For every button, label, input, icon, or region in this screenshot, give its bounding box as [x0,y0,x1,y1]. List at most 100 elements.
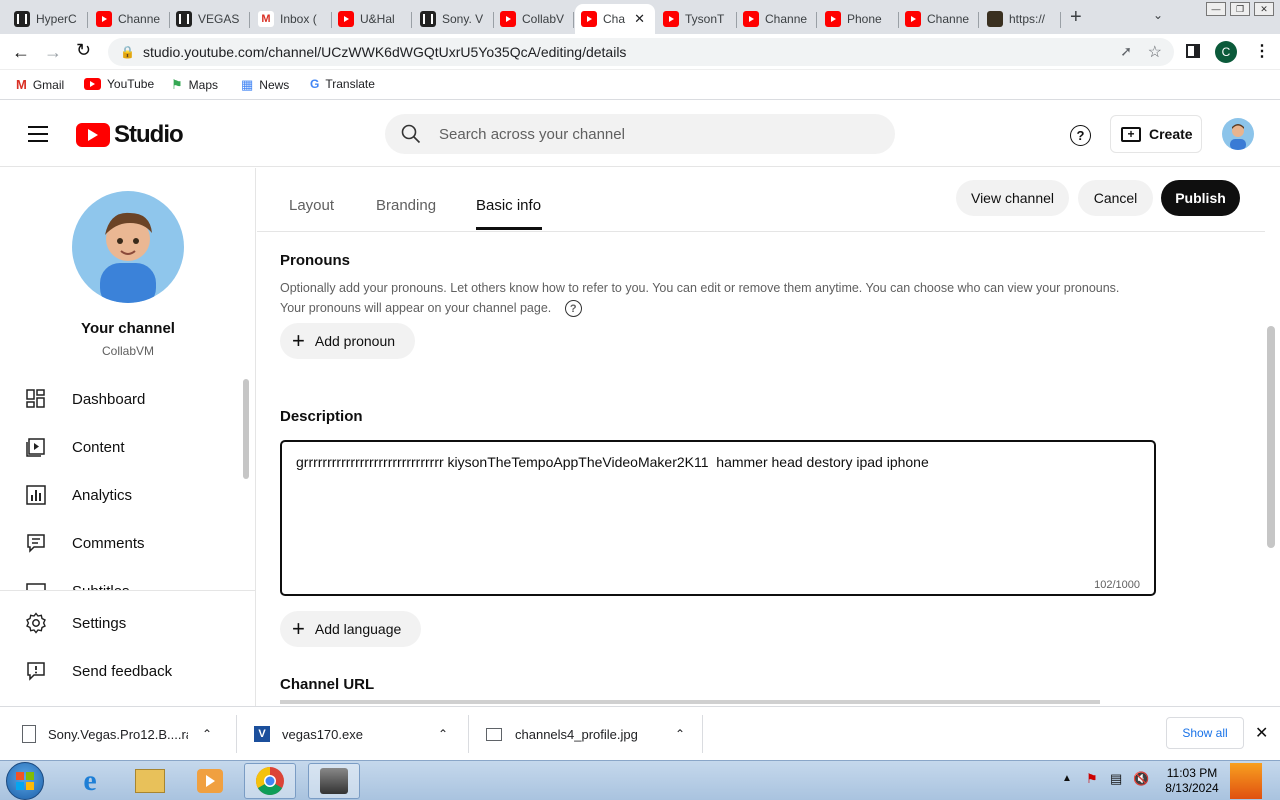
explorer-taskbar-button[interactable] [124,763,176,799]
browser-tab[interactable]: Phone [819,4,899,34]
browser-tab[interactable]: M Inbox ( [252,4,332,34]
hamburger-menu-icon[interactable] [28,126,48,142]
channel-title[interactable]: Your channel [0,320,255,337]
vegas-app-icon [320,768,348,794]
avatar-figure-icon [1230,124,1246,150]
pronouns-help-icon[interactable]: ? [564,300,582,318]
internet-explorer-icon: e [83,764,97,797]
chevron-up-icon[interactable]: ⌃ [438,727,448,741]
download-item[interactable]: V vegas170.exe ⌃ [254,707,448,761]
share-icon[interactable]: ➚ [1120,43,1132,60]
sidebar-item-dashboard[interactable]: Dashboard [0,375,255,423]
vegas-taskbar-button[interactable] [308,763,360,799]
browser-tab[interactable]: TysonT [657,4,737,34]
internet-explorer-taskbar-button[interactable]: e [64,763,116,799]
sidebar-item-settings[interactable]: Settings [0,599,255,647]
character-count: 102/1000 [1094,579,1140,591]
plus-icon: + [292,328,305,353]
bookmark-maps[interactable]: ⚑ Maps [171,77,218,93]
minimize-button[interactable]: — [1206,2,1226,16]
site-favicon-icon [14,11,30,27]
sidebar-item-feedback[interactable]: Send feedback [0,647,255,695]
channel-search-input[interactable]: Search across your channel [385,114,895,154]
file-icon [22,725,36,743]
download-shelf: Sony.Vegas.Pro12.B....rar ⌃ V vegas170.e… [0,706,1280,760]
close-window-button[interactable]: ✕ [1254,2,1274,16]
youtube-favicon-icon [743,11,759,27]
browser-menu-icon[interactable]: ⋮ [1254,41,1270,61]
tab-basic-info[interactable]: Basic info [476,197,541,214]
account-avatar[interactable] [1222,118,1254,150]
youtube-favicon-icon [905,11,921,27]
customization-main: Layout Branding Basic info View channel … [257,168,1280,706]
side-panel-icon[interactable] [1186,44,1200,58]
url-text: studio.youtube.com/channel/UCzWWK6dWGQtU… [142,44,627,60]
help-icon[interactable]: ? [1070,125,1091,146]
sidebar-item-comments[interactable]: Comments [0,519,255,567]
bookmark-star-icon[interactable]: ☆ [1148,42,1162,62]
back-arrow-icon[interactable]: ← [12,42,30,63]
description-title: Description [280,408,363,425]
channel-avatar[interactable] [72,191,184,303]
tray-expand-icon[interactable]: ▲ [1062,773,1072,784]
browser-tab[interactable]: U&Hal [332,4,412,34]
bookmark-translate[interactable]: G Translate [310,77,375,91]
add-pronoun-button[interactable]: + Add pronoun [280,323,415,359]
reload-icon[interactable]: ↻ [76,40,91,61]
system-clock[interactable]: 11:03 PM 8/13/2024 [1160,766,1224,796]
studio-logo[interactable]: Studio [76,121,184,149]
browser-tab[interactable]: Channe [90,4,170,34]
show-desktop-thumbnail[interactable] [1230,763,1262,799]
bookmark-news[interactable]: ▦ News [241,77,289,93]
browser-tab[interactable]: Sony. V [414,4,494,34]
add-language-button[interactable]: + Add language [280,611,421,647]
download-item[interactable]: channels4_profile.jpg ⌃ [486,707,685,761]
chevron-up-icon[interactable]: ⌃ [202,727,212,741]
site-favicon-icon [420,11,436,27]
sidebar-item-content[interactable]: Content [0,423,255,471]
close-download-shelf-icon[interactable]: ✕ [1255,723,1268,743]
publish-button[interactable]: Publish [1161,180,1240,216]
view-channel-button[interactable]: View channel [956,180,1069,216]
network-icon[interactable]: ▤ [1110,771,1122,787]
tab-layout[interactable]: Layout [289,197,334,214]
chrome-taskbar-button[interactable] [244,763,296,799]
profile-avatar[interactable]: C [1215,41,1237,63]
feedback-icon [24,659,48,683]
sidebar-item-analytics[interactable]: Analytics [0,471,255,519]
browser-tab[interactable]: Channe [899,4,979,34]
browser-tab[interactable]: VEGAS [170,4,250,34]
cancel-button[interactable]: Cancel [1078,180,1153,216]
show-all-button[interactable]: Show all [1166,717,1244,749]
description-textarea[interactable]: grrrrrrrrrrrrrrrrrrrrrrrrrrrrrr kiysonTh… [280,440,1156,596]
volume-muted-icon[interactable]: 🔇 [1133,771,1149,787]
bookmark-youtube[interactable]: YouTube [84,77,154,91]
tab-search-chevron-icon[interactable]: ⌄ [1153,8,1163,22]
browser-tab[interactable]: Channe [737,4,817,34]
description-text: grrrrrrrrrrrrrrrrrrrrrrrrrrrrrr kiysonTh… [296,454,929,470]
browser-tab[interactable]: Cha ✕ [575,4,655,34]
start-button[interactable] [6,762,44,800]
browser-tab[interactable]: CollabV [494,4,574,34]
restore-button[interactable]: ❐ [1230,2,1250,16]
forward-arrow-icon[interactable]: → [44,42,62,63]
create-button[interactable]: + Create [1110,115,1202,153]
chrome-icon [256,767,284,795]
download-item[interactable]: Sony.Vegas.Pro12.B....rar ⌃ [22,707,212,761]
browser-tab[interactable]: https:// [981,4,1061,34]
bookmark-gmail[interactable]: M Gmail [16,77,64,92]
youtube-favicon-icon [96,11,112,27]
main-scrollbar[interactable] [1267,326,1275,548]
chevron-up-icon[interactable]: ⌃ [675,727,685,741]
close-tab-icon[interactable]: ✕ [634,11,645,27]
pronouns-title: Pronouns [280,252,350,269]
address-bar[interactable]: 🔒 studio.youtube.com/channel/UCzWWK6dWGQ… [108,38,1174,66]
action-center-icon[interactable]: ⚑ [1086,771,1098,787]
channel-avatar-figure-icon [100,212,156,303]
new-tab-button[interactable]: + [1070,6,1082,29]
pronouns-description: Optionally add your pronouns. Let others… [280,278,1180,318]
tab-branding[interactable]: Branding [376,197,436,214]
media-player-taskbar-button[interactable] [184,763,236,799]
browser-tab[interactable]: HyperC [8,4,88,34]
site-favicon-icon [987,11,1003,27]
